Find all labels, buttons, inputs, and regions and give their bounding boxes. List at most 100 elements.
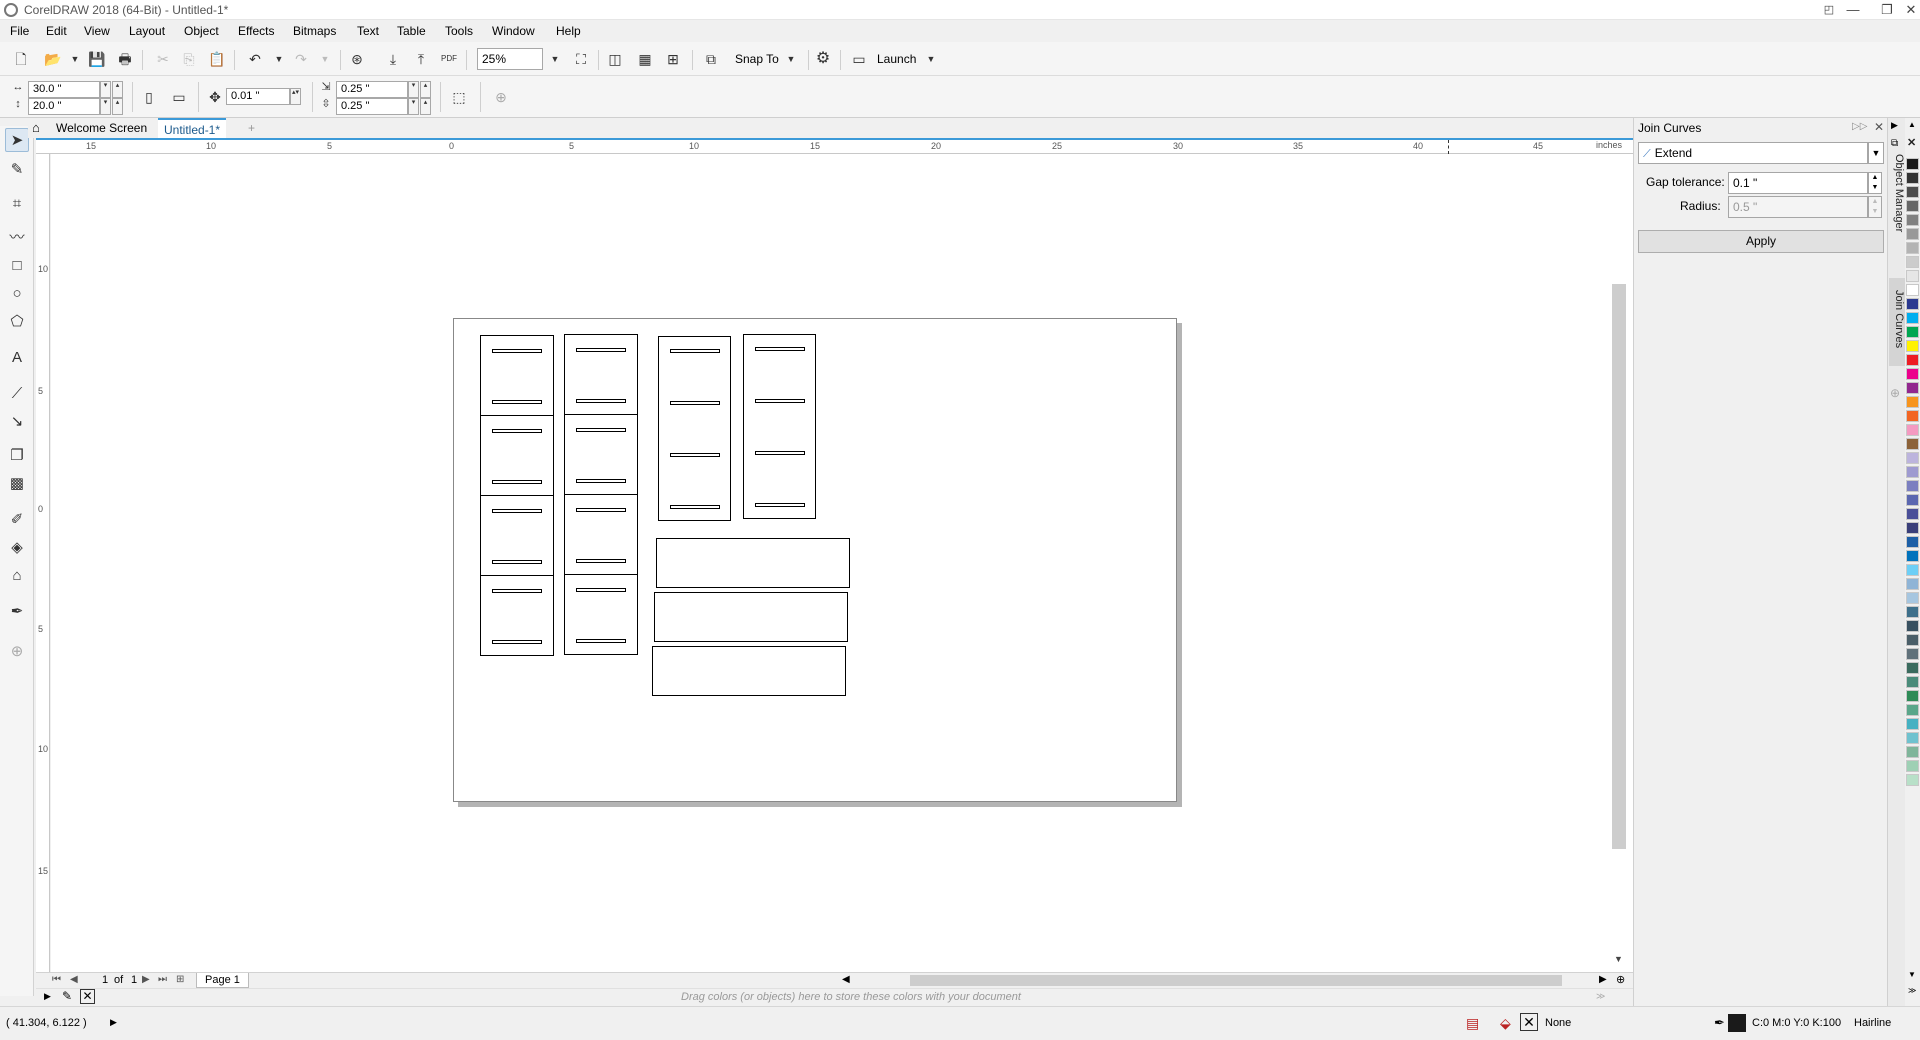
color-swatch[interactable] bbox=[1906, 186, 1919, 198]
color-swatch[interactable] bbox=[1906, 396, 1919, 408]
menu-text[interactable]: Text bbox=[357, 24, 379, 38]
color-proof-icon[interactable]: ▤ bbox=[1466, 1015, 1479, 1032]
shape-tool-icon[interactable]: ✎ bbox=[5, 158, 29, 182]
palette-expand-icon[interactable]: ▶ bbox=[44, 991, 51, 1002]
text-tool-icon[interactable]: A bbox=[5, 346, 29, 370]
tab-join-curves[interactable]: Join Curves bbox=[1889, 278, 1905, 366]
color-swatch[interactable] bbox=[1906, 270, 1919, 282]
page-width-spinner[interactable]: ▾ bbox=[100, 81, 111, 98]
tab-object-manager[interactable]: Object Manager bbox=[1889, 154, 1905, 264]
import-icon[interactable]: ⤓ bbox=[382, 48, 404, 70]
vertical-scrollbar-thumb[interactable] bbox=[1612, 284, 1626, 849]
first-page-icon[interactable]: ⏮ bbox=[52, 974, 61, 985]
color-swatch[interactable] bbox=[1906, 228, 1919, 240]
vertical-ruler[interactable]: 10 5 0 5 10 15 bbox=[36, 154, 50, 972]
color-swatch[interactable] bbox=[1906, 158, 1919, 170]
full-screen-preview-icon[interactable]: ◫ bbox=[604, 48, 626, 70]
save-icon[interactable]: 💾 bbox=[86, 48, 108, 70]
pick-tool-icon[interactable]: ➤ bbox=[5, 128, 29, 152]
tall-panel[interactable] bbox=[658, 336, 731, 521]
publish-pdf-icon[interactable]: PDF bbox=[438, 48, 460, 70]
close-button[interactable]: ✕ bbox=[1894, 0, 1920, 20]
gap-tolerance-spinner[interactable]: ▲ ▼ bbox=[1868, 172, 1882, 194]
snap-to-icon[interactable]: ⧉ bbox=[700, 48, 722, 70]
outline-pen-icon[interactable]: ✒ bbox=[1714, 1015, 1725, 1031]
docker-collapse-icon[interactable]: ▷▷ bbox=[1852, 121, 1867, 132]
color-swatch[interactable] bbox=[1906, 774, 1919, 786]
drawer-handle[interactable] bbox=[576, 588, 626, 592]
apply-button[interactable]: Apply bbox=[1638, 230, 1884, 253]
nudge-distance-input[interactable]: 0.01 " bbox=[226, 88, 290, 105]
options-gear-icon[interactable]: ⚙ bbox=[812, 48, 834, 70]
color-swatch[interactable] bbox=[1906, 466, 1919, 478]
nudge-spinner[interactable]: ▴▾ bbox=[290, 88, 301, 105]
launch-icon[interactable]: ▭ bbox=[848, 48, 870, 70]
panel-handle[interactable] bbox=[670, 401, 720, 405]
zoom-dropdown-icon[interactable]: ▼ bbox=[544, 48, 566, 70]
zoom-level-input[interactable]: 25% bbox=[477, 48, 543, 70]
menu-table[interactable]: Table bbox=[397, 24, 426, 38]
drawer-handle[interactable] bbox=[492, 400, 542, 404]
zoom-corner-icon[interactable]: ⊕ bbox=[1616, 973, 1625, 986]
color-swatch[interactable] bbox=[1906, 480, 1919, 492]
status-expand-icon[interactable]: ▶ bbox=[110, 1017, 117, 1028]
horizontal-scrollbar-thumb[interactable] bbox=[910, 975, 1562, 986]
undo-icon[interactable]: ↶ bbox=[244, 48, 266, 70]
paste-icon[interactable]: 📋 bbox=[206, 48, 228, 70]
landscape-icon[interactable]: ▭ bbox=[168, 86, 190, 108]
color-swatch[interactable] bbox=[1906, 536, 1919, 548]
tab-welcome-screen[interactable]: Welcome Screen bbox=[50, 118, 153, 138]
drawer-handle[interactable] bbox=[576, 559, 626, 563]
search-content-icon[interactable]: ⊛ bbox=[346, 48, 368, 70]
color-swatch[interactable] bbox=[1906, 312, 1919, 324]
outline-pen-tool-icon[interactable]: ✒ bbox=[5, 600, 29, 624]
panel-handle[interactable] bbox=[755, 399, 805, 403]
radius-spinner[interactable]: ▲ ▼ bbox=[1868, 196, 1882, 218]
palette-scroll-up-icon[interactable]: ▲ bbox=[1908, 120, 1916, 129]
portrait-icon[interactable]: ▯ bbox=[138, 86, 160, 108]
open-icon[interactable]: 📂 bbox=[42, 48, 64, 70]
color-swatch[interactable] bbox=[1906, 508, 1919, 520]
palette-scroll-down-icon[interactable]: ▼ bbox=[1908, 970, 1916, 979]
add-docker-icon[interactable]: ⊕ bbox=[1890, 386, 1900, 400]
menu-effects[interactable]: Effects bbox=[238, 24, 274, 38]
rectangle-tool-icon[interactable]: □ bbox=[5, 254, 29, 278]
gap-tolerance-input[interactable]: 0.1 " bbox=[1728, 172, 1868, 194]
parallel-dimension-tool-icon[interactable]: ⟋ bbox=[5, 382, 29, 406]
color-swatch[interactable] bbox=[1906, 284, 1919, 296]
drawer-handle[interactable] bbox=[576, 508, 626, 512]
drawer-handle[interactable] bbox=[576, 348, 626, 352]
polygon-tool-icon[interactable]: ⬠ bbox=[5, 310, 29, 334]
page-width-spinner-up[interactable]: ▴ bbox=[112, 81, 123, 98]
drawer-handle[interactable] bbox=[492, 480, 542, 484]
color-swatch[interactable] bbox=[1906, 340, 1919, 352]
menu-window[interactable]: Window bbox=[492, 24, 535, 38]
open-dropdown-icon[interactable]: ▼ bbox=[64, 48, 86, 70]
drawer-handle[interactable] bbox=[576, 479, 626, 483]
panel-handle[interactable] bbox=[670, 349, 720, 353]
fill-bucket-icon[interactable]: ⬙ bbox=[1500, 1015, 1511, 1032]
no-color-icon[interactable]: ✕ bbox=[1907, 136, 1916, 149]
home-icon[interactable]: ⌂ bbox=[32, 120, 40, 135]
document-page[interactable] bbox=[453, 318, 1177, 802]
color-swatch[interactable] bbox=[1906, 704, 1919, 716]
no-color-swatch-icon[interactable]: ✕ bbox=[80, 989, 95, 1004]
drop-shadow-tool-icon[interactable]: ❐ bbox=[5, 444, 29, 468]
color-swatch[interactable] bbox=[1906, 732, 1919, 744]
color-swatch[interactable] bbox=[1906, 718, 1919, 730]
color-swatch[interactable] bbox=[1906, 354, 1919, 366]
palette-flyout-icon[interactable]: ≫ bbox=[1908, 986, 1916, 995]
join-mode-select[interactable]: ⟋ Extend bbox=[1638, 142, 1868, 164]
color-swatch[interactable] bbox=[1906, 200, 1919, 212]
drawer-handle[interactable] bbox=[576, 639, 626, 643]
drawer-handle[interactable] bbox=[492, 509, 542, 513]
minimize-button[interactable]: — bbox=[1836, 0, 1870, 20]
duplicate-x-spinner[interactable]: ▾ bbox=[408, 81, 419, 98]
duplicate-y-spinner-up[interactable]: ▴ bbox=[420, 98, 431, 115]
zoom-to-page-icon[interactable]: ⛶ bbox=[570, 48, 592, 70]
duplicate-x-input[interactable]: 0.25 " bbox=[336, 81, 408, 98]
smart-fill-tool-icon[interactable]: ⌂ bbox=[5, 564, 29, 588]
scroll-left-icon[interactable]: ◀ bbox=[842, 974, 850, 985]
eyedropper-tool-icon[interactable]: ✐ bbox=[5, 508, 29, 532]
page-tab-1[interactable]: Page 1 bbox=[196, 973, 249, 988]
